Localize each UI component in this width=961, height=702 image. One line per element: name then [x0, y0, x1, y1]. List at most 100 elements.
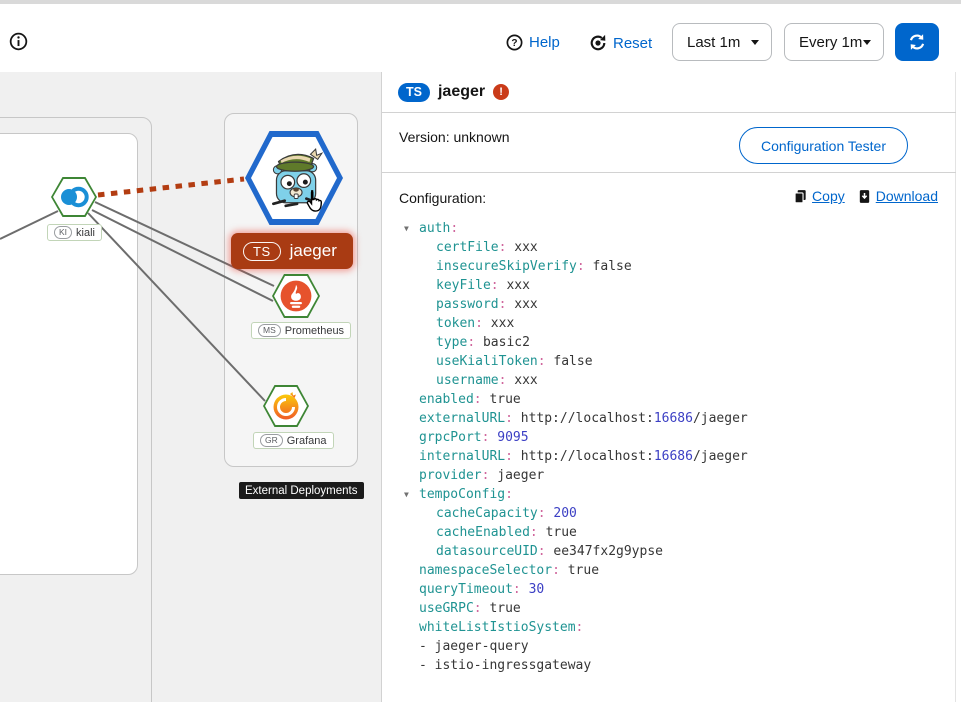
yaml-line: ▼tempoConfig:: [382, 485, 942, 504]
node-label-jaeger[interactable]: TS jaeger: [231, 233, 353, 269]
node-label-kiali[interactable]: KI kiali: [47, 224, 102, 241]
node-grafana-body: [265, 387, 307, 425]
yaml-colon: :: [482, 430, 490, 445]
edge-kiali-jaeger-dashed[interactable]: [98, 179, 244, 195]
kiali-mesh-page: ? Help Reset Last 1m Every 1m: [0, 0, 961, 702]
refresh-interval-dropdown[interactable]: Every 1m: [784, 23, 884, 61]
mesh-toolbar: ? Help Reset Last 1m Every 1m: [0, 4, 961, 72]
yaml-key: useGRPC: [419, 601, 474, 616]
yaml-key: cacheEnabled: [436, 525, 530, 540]
yaml-colon: :: [530, 525, 538, 540]
yaml-value: true: [489, 392, 520, 407]
version-text: Version: unknown: [399, 129, 510, 145]
info-button[interactable]: [8, 32, 28, 52]
yaml-line: - jaeger-query: [382, 637, 942, 656]
yaml-colon: :: [577, 259, 585, 274]
yaml-line: useKialiToken: false: [382, 352, 942, 371]
configuration-label: Configuration:: [399, 190, 486, 206]
collapse-arrow-icon[interactable]: ▼: [404, 485, 419, 504]
yaml-key: grpcPort: [419, 430, 482, 445]
yaml-colon: :: [538, 506, 546, 521]
tracing-badge: TS: [398, 83, 430, 102]
yaml-key: token: [436, 316, 475, 331]
duration-value: Last 1m: [687, 34, 740, 51]
download-link[interactable]: Download: [857, 188, 938, 204]
yaml-line: password: xxx: [382, 295, 942, 314]
collapse-arrow-icon[interactable]: ▼: [404, 219, 419, 238]
yaml-key: enabled: [419, 392, 474, 407]
panel-title: jaeger: [438, 83, 485, 101]
yaml-value: http://localhost:: [521, 411, 654, 426]
grafana-type-badge: GR: [260, 434, 283, 447]
yaml-key: password: [436, 297, 499, 312]
yaml-value: ee347fx2g9ypse: [553, 544, 663, 559]
graph-canvas[interactable]: KI kiali: [0, 72, 381, 702]
sync-icon: [908, 33, 926, 51]
yaml-key: keyFile: [436, 278, 491, 293]
download-icon: [857, 189, 872, 204]
yaml-key: insecureSkipVerify: [436, 259, 577, 274]
yaml-colon: :: [474, 601, 482, 616]
duration-dropdown[interactable]: Last 1m: [672, 23, 772, 61]
copy-label: Copy: [812, 188, 845, 204]
refresh-button[interactable]: [895, 23, 939, 61]
yaml-value: 9095: [497, 430, 528, 445]
yaml-colon: :: [538, 544, 546, 559]
yaml-key: whiteListIstioSystem: [419, 620, 576, 635]
yaml-key: tempoConfig: [419, 487, 505, 502]
yaml-value: xxx: [491, 316, 514, 331]
grafana-label: Grafana: [287, 435, 327, 447]
help-icon: ?: [506, 34, 523, 51]
yaml-key: certFile: [436, 240, 499, 255]
node-label-prometheus[interactable]: MS Prometheus: [251, 322, 351, 339]
yaml-line: cacheCapacity: 200: [382, 504, 942, 523]
yaml-colon: :: [538, 354, 546, 369]
panel-right-border: [955, 72, 956, 702]
summary-panel: TS jaeger ! Version: unknown Configurati…: [381, 72, 961, 702]
svg-text:?: ?: [511, 38, 517, 49]
yaml-value: 30: [529, 582, 545, 597]
yaml-colon: :: [576, 620, 584, 635]
yaml-line: keyFile: xxx: [382, 276, 942, 295]
yaml-colon: :: [450, 221, 458, 236]
prometheus-label: Prometheus: [285, 325, 344, 337]
prometheus-logo-icon: [279, 279, 313, 313]
yaml-block: ▼auth:certFile: xxxinsecureSkipVerify: f…: [382, 219, 942, 675]
yaml-colon: :: [482, 468, 490, 483]
configuration-tester-button[interactable]: Configuration Tester: [739, 127, 908, 164]
kiali-logo-icon: [59, 185, 89, 209]
node-label-grafana[interactable]: GR Grafana: [253, 432, 334, 449]
copy-link[interactable]: Copy: [793, 188, 845, 204]
yaml-colon: :: [491, 278, 499, 293]
chevron-down-icon: [751, 40, 759, 45]
yaml-value: true: [568, 563, 599, 578]
warning-icon: !: [493, 84, 509, 100]
yaml-colon: :: [475, 316, 483, 331]
yaml-key: username: [436, 373, 499, 388]
kiali-type-badge: KI: [54, 226, 72, 239]
yaml-value: true: [489, 601, 520, 616]
download-label: Download: [876, 188, 938, 204]
prometheus-type-badge: MS: [258, 324, 281, 337]
info-icon: [9, 32, 28, 51]
yaml-colon: :: [513, 582, 521, 597]
yaml-line: externalURL: http://localhost:16686/jaeg…: [382, 409, 942, 428]
reset-button[interactable]: Reset: [589, 34, 652, 52]
yaml-colon: :: [505, 449, 513, 464]
yaml-line: whiteListIstioSystem:: [382, 618, 942, 637]
cursor-icon: [301, 188, 327, 216]
yaml-line: certFile: xxx: [382, 238, 942, 257]
yaml-key: internalURL: [419, 449, 505, 464]
yaml-colon: :: [474, 392, 482, 407]
help-button[interactable]: ? Help: [506, 34, 560, 51]
yaml-key: namespaceSelector: [419, 563, 552, 578]
yaml-line: grpcPort: 9095: [382, 428, 942, 447]
yaml-value: false: [593, 259, 632, 274]
yaml-line: cacheEnabled: true: [382, 523, 942, 542]
yaml-line: internalURL: http://localhost:16686/jaeg…: [382, 447, 942, 466]
yaml-value: 200: [553, 506, 576, 521]
yaml-line: insecureSkipVerify: false: [382, 257, 942, 276]
yaml-line: namespaceSelector: true: [382, 561, 942, 580]
yaml-list-dash: -: [419, 639, 435, 654]
yaml-line: - istio-ingressgateway: [382, 656, 942, 675]
